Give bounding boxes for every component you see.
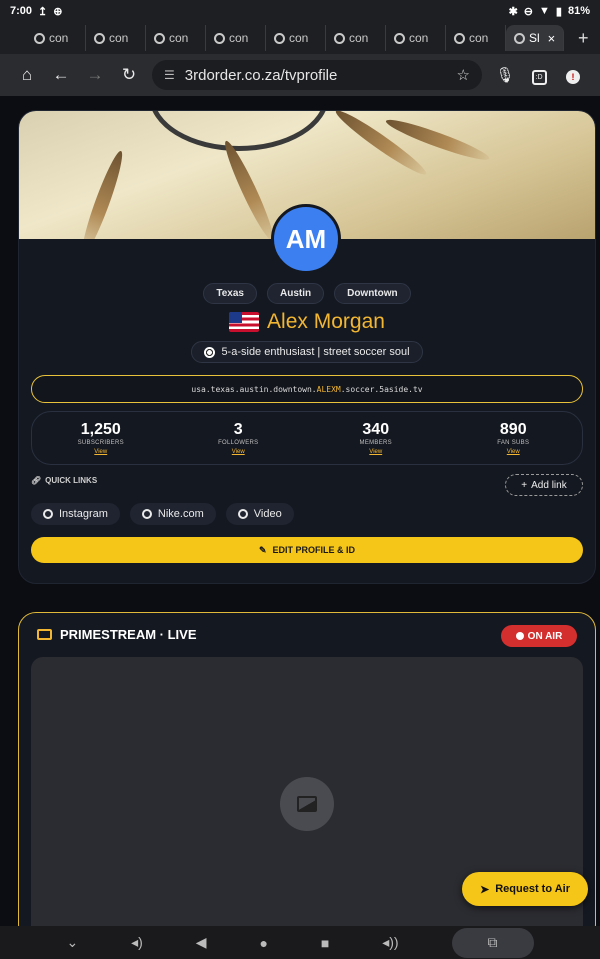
monitor-icon	[37, 629, 52, 640]
globe-icon	[94, 32, 105, 44]
site-settings-icon[interactable]: ☰	[164, 68, 175, 82]
edit-profile-button[interactable]: ✎ EDIT PROFILE & ID	[31, 537, 583, 563]
reload-button[interactable]: ↻	[112, 65, 146, 85]
globe-icon	[454, 32, 465, 44]
chevron-down-icon[interactable]: ⌄	[66, 934, 78, 951]
send-icon: ➤	[480, 883, 490, 896]
back-button[interactable]: ←	[44, 65, 78, 85]
plus-icon: +	[521, 479, 528, 491]
back-nav-icon[interactable]: ◀	[196, 934, 207, 951]
soccer-ball-icon	[204, 346, 216, 358]
dreamcatcher-image	[149, 111, 329, 151]
profile-bio: 5-a-side enthusiast | street soccer soul	[191, 341, 423, 363]
stat-fan-subs: 890 FAN SUBS View	[453, 421, 573, 455]
quick-links-heading: 🔗︎ QUICK LINKS	[31, 476, 98, 485]
volume-down-icon[interactable]: ◂)	[131, 934, 143, 951]
stream-title: PRIMESTREAM · LIVE	[37, 627, 197, 642]
quick-link-nike[interactable]: Nike.com	[129, 503, 216, 525]
dnd-icon: ⊖	[523, 5, 534, 18]
tab-strip: con con con con con con con con Sl × +	[0, 22, 600, 54]
stats-bar: 1,250 SUBSCRIBERS View 3 FOLLOWERS View …	[31, 411, 583, 465]
location-chip-city[interactable]: Austin	[266, 283, 325, 304]
stat-subscribers: 1,250 SUBSCRIBERS View	[41, 421, 161, 455]
microphone-icon[interactable]: 🎙︎	[488, 66, 522, 84]
page-content: AM Texas Austin Downtown Alex Morgan 5-a…	[0, 96, 600, 926]
bluetooth-icon: ✱	[508, 5, 518, 18]
close-tab-icon[interactable]: ×	[548, 31, 556, 46]
profile-name-row: Alex Morgan	[19, 310, 595, 334]
globe-icon	[214, 32, 225, 44]
quick-link-instagram[interactable]: Instagram	[31, 503, 120, 525]
clock: 7:00	[10, 5, 33, 17]
globe-icon	[274, 32, 285, 44]
wifi-icon: ▼	[539, 5, 550, 17]
browser-tab[interactable]: con	[86, 25, 146, 51]
view-fan-subs-link[interactable]: View	[453, 449, 573, 455]
upload-icon: ↥	[38, 5, 48, 18]
globe-icon	[334, 32, 345, 44]
system-nav-bar: ⌄ ◂) ◀ ● ■ ◂)) ⧉	[0, 926, 600, 959]
globe-icon	[141, 509, 152, 519]
browser-tab[interactable]: con	[146, 25, 206, 51]
home-nav-icon[interactable]: ●	[259, 935, 267, 951]
quick-link-video[interactable]: Video	[225, 503, 294, 525]
battery-icon: ▮	[555, 5, 562, 18]
location-chip-area[interactable]: Downtown	[334, 283, 411, 304]
browser-tab[interactable]: con	[26, 25, 86, 51]
profile-name: Alex Morgan	[267, 310, 385, 333]
request-to-air-button[interactable]: ➤ Request to Air	[462, 872, 588, 906]
new-tab-button[interactable]: +	[578, 28, 589, 49]
battery-level: 81%	[567, 5, 590, 17]
rotate-screen-icon[interactable]: ⧉	[451, 927, 534, 958]
live-dot-icon	[515, 632, 524, 640]
location-chip-state[interactable]: Texas	[203, 283, 257, 304]
bookmark-star-icon[interactable]: ☆	[457, 66, 470, 84]
tab-switcher-button[interactable]: :D	[522, 66, 556, 85]
view-members-link[interactable]: View	[316, 449, 436, 455]
volume-up-icon[interactable]: ◂))	[382, 934, 398, 951]
globe-icon	[237, 509, 248, 519]
browser-tab[interactable]: con	[326, 25, 386, 51]
browser-tab[interactable]: con	[206, 25, 266, 51]
browser-tab[interactable]: con	[446, 25, 506, 51]
link-icon: 🔗︎	[31, 476, 42, 485]
tv-id[interactable]: usa.texas.austin.downtown. ALEXM .soccer.5…	[31, 375, 583, 403]
on-air-badge: ON AIR	[501, 625, 577, 647]
feather-image	[76, 148, 128, 239]
pencil-icon: ✎	[258, 544, 267, 555]
toolbar: ⌂ ← → ↻ ☰ 3rdorder.co.za/tvprofile ☆ 🎙︎ …	[0, 54, 600, 96]
image-placeholder-icon[interactable]	[280, 777, 334, 831]
browser-tab-active[interactable]: Sl ×	[506, 25, 564, 51]
browser-tab[interactable]: con	[386, 25, 446, 51]
avatar[interactable]: AM	[271, 204, 341, 274]
globe-icon	[43, 509, 53, 519]
globe-icon	[154, 32, 165, 44]
stat-followers: 3 FOLLOWERS View	[178, 421, 298, 455]
bio-text: 5-a-side enthusiast | street soccer soul	[221, 346, 410, 358]
globe-icon	[34, 32, 45, 44]
globe-icon	[394, 32, 405, 44]
feather-image	[331, 111, 431, 180]
forward-button[interactable]: →	[78, 65, 112, 85]
url-text[interactable]: 3rdorder.co.za/tvprofile	[185, 67, 447, 84]
view-followers-link[interactable]: View	[178, 449, 298, 455]
quick-links: Instagram Nike.com Video	[31, 503, 294, 525]
view-subscribers-link[interactable]: View	[41, 449, 161, 455]
globe-icon	[514, 32, 525, 44]
address-bar[interactable]: ☰ 3rdorder.co.za/tvprofile ☆	[152, 60, 482, 90]
location-chips: Texas Austin Downtown	[19, 283, 595, 304]
menu-button[interactable]: !	[556, 67, 590, 84]
recents-nav-icon[interactable]: ■	[321, 935, 329, 951]
home-icon[interactable]: ⌂	[10, 65, 44, 85]
stat-members: 340 MEMBERS View	[316, 421, 436, 455]
feather-image	[219, 138, 279, 239]
us-flag-icon	[229, 312, 260, 332]
status-bar: 7:00 ↥ ⊕ ✱ ⊖ ▼ ▮ 81%	[0, 0, 600, 22]
add-link-button[interactable]: + Add link	[505, 474, 583, 496]
profile-card: AM Texas Austin Downtown Alex Morgan 5-a…	[18, 110, 596, 584]
browser-tab[interactable]: con	[266, 25, 326, 51]
location-icon: ⊕	[53, 5, 63, 18]
